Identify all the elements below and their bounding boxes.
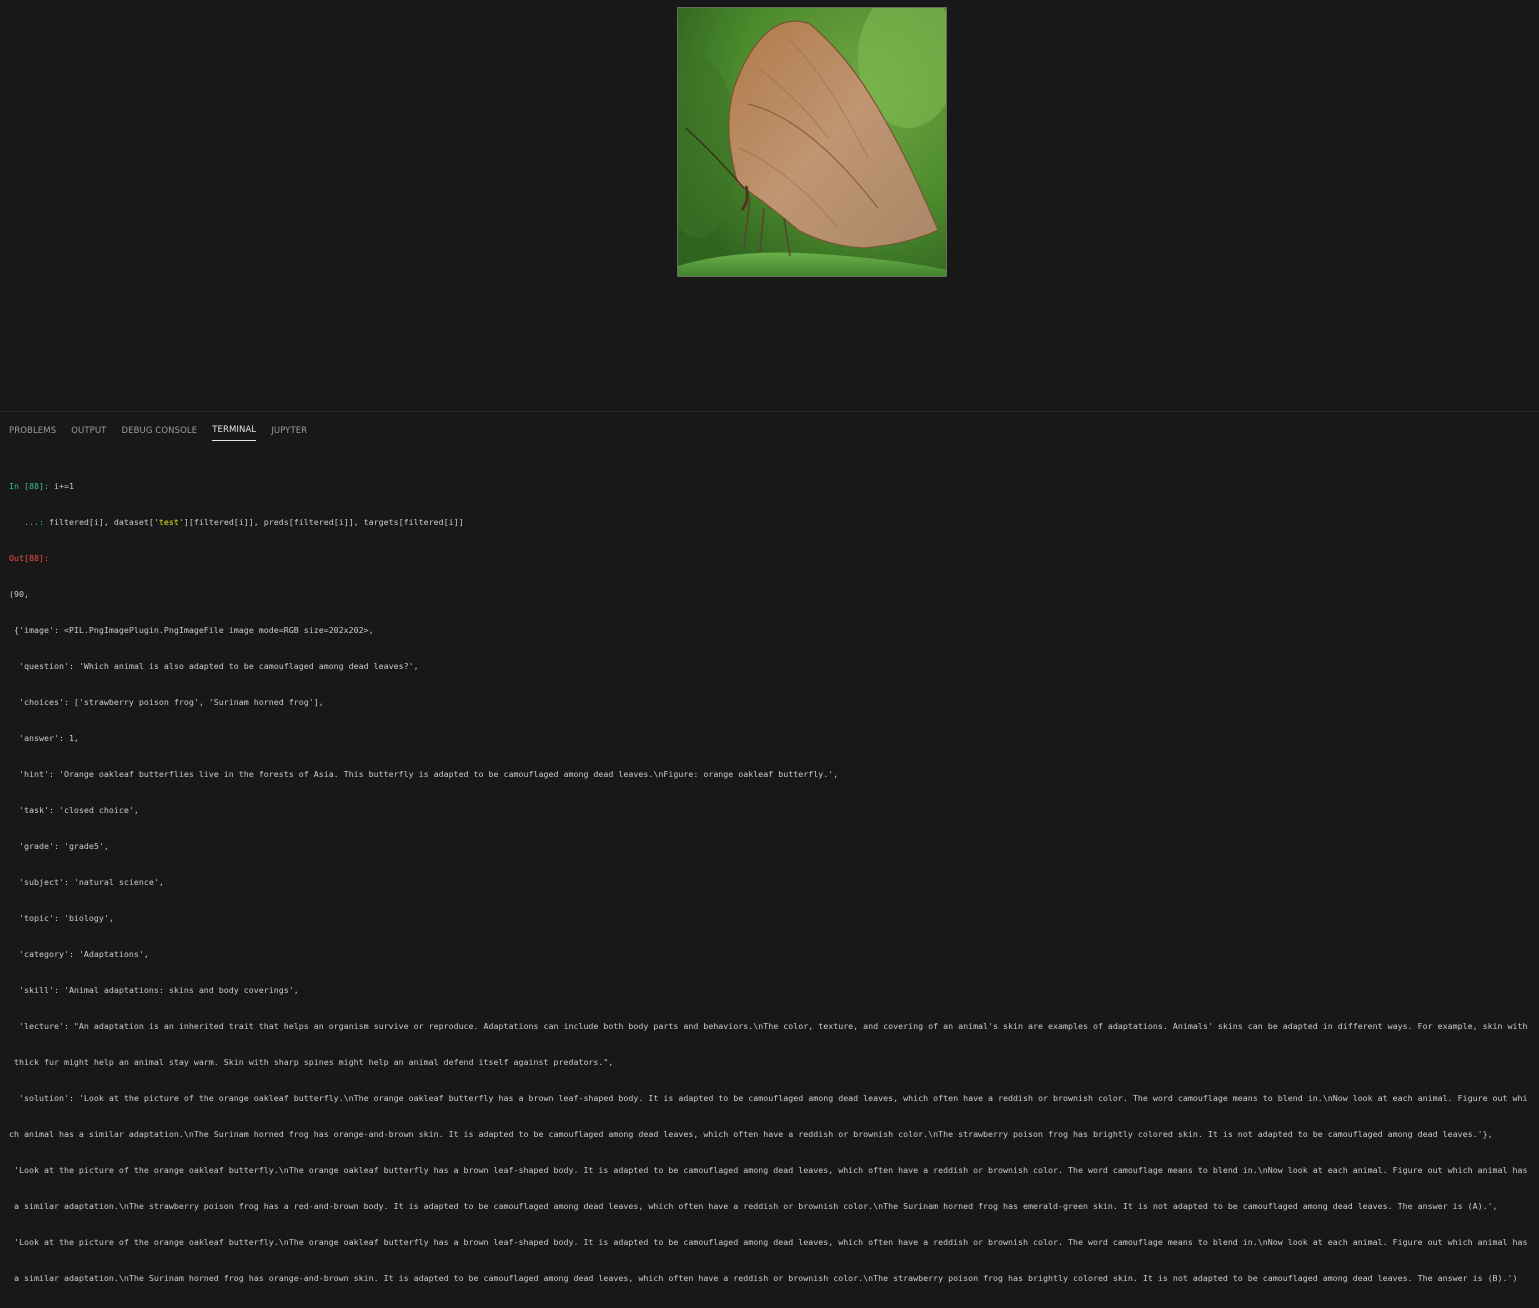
in-prompt: In [88]: xyxy=(9,481,54,491)
butterfly-image xyxy=(677,7,947,277)
output-line: ch animal has a similar adaptation.\nThe… xyxy=(9,1129,1493,1139)
output-line: a similar adaptation.\nThe Surinam horne… xyxy=(9,1273,1518,1283)
output-line: 'grade': 'grade5', xyxy=(9,841,109,851)
output-line: 'skill': 'Animal adaptations: skins and … xyxy=(9,985,299,995)
input-code: i+=1 xyxy=(53,481,74,491)
tab-jupyter[interactable]: JUPYTER xyxy=(271,420,307,441)
continuation-line: ...: filtered[i], dataset['test'][filter… xyxy=(9,516,1531,528)
tab-debug-console[interactable]: DEBUG CONSOLE xyxy=(121,420,197,441)
continuation-prompt: ...: xyxy=(9,517,49,527)
code-part-a: filtered[i], dataset[ xyxy=(48,517,154,527)
image-viewer xyxy=(0,0,1539,411)
output-line: 'lecture': "An adaptation is an inherite… xyxy=(9,1021,1528,1031)
output-line: 'hint': 'Orange oakleaf butterflies live… xyxy=(9,769,839,779)
terminal-output[interactable]: In [88]: i+=1 ...: filtered[i], dataset[… xyxy=(9,456,1531,1308)
out-prompt-line: Out[88]: xyxy=(9,552,1531,564)
output-line: 'answer': 1, xyxy=(9,733,79,743)
bottom-panel: PROBLEMS OUTPUT DEBUG CONSOLE TERMINAL J… xyxy=(0,411,1539,1283)
output-line: 'choices': ['strawberry poison frog', 'S… xyxy=(9,697,324,707)
output-line: 'subject': 'natural science', xyxy=(9,877,164,887)
output-line: (90, xyxy=(9,589,29,599)
output-line: thick fur might help an animal stay warm… xyxy=(9,1057,614,1067)
input-line: In [88]: i+=1 xyxy=(9,480,1531,492)
output-line: 'category': 'Adaptations', xyxy=(9,949,149,959)
tab-terminal[interactable]: TERMINAL xyxy=(212,419,257,441)
output-line: 'task': 'closed choice', xyxy=(9,805,139,815)
code-part-b: ][filtered[i]], preds[filtered[i]], targ… xyxy=(183,517,464,527)
output-line: 'topic': 'biology', xyxy=(9,913,114,923)
output-line: 'solution': 'Look at the picture of the … xyxy=(9,1093,1528,1103)
out-prompt: Out[88]: xyxy=(9,553,49,563)
butterfly-picture xyxy=(678,8,946,276)
tab-problems[interactable]: PROBLEMS xyxy=(9,420,56,441)
output-line: a similar adaptation.\nThe strawberry po… xyxy=(9,1201,1498,1211)
output-line: 'question': 'Which animal is also adapte… xyxy=(9,661,419,671)
code-string: 'test' xyxy=(153,517,184,527)
panel-tabs: PROBLEMS OUTPUT DEBUG CONSOLE TERMINAL J… xyxy=(9,418,322,442)
output-line: {'image': <PIL.PngImagePlugin.PngImageFi… xyxy=(9,625,374,635)
tab-output[interactable]: OUTPUT xyxy=(71,420,106,441)
output-line: 'Look at the picture of the orange oakle… xyxy=(9,1165,1528,1175)
output-line: 'Look at the picture of the orange oakle… xyxy=(9,1237,1528,1247)
